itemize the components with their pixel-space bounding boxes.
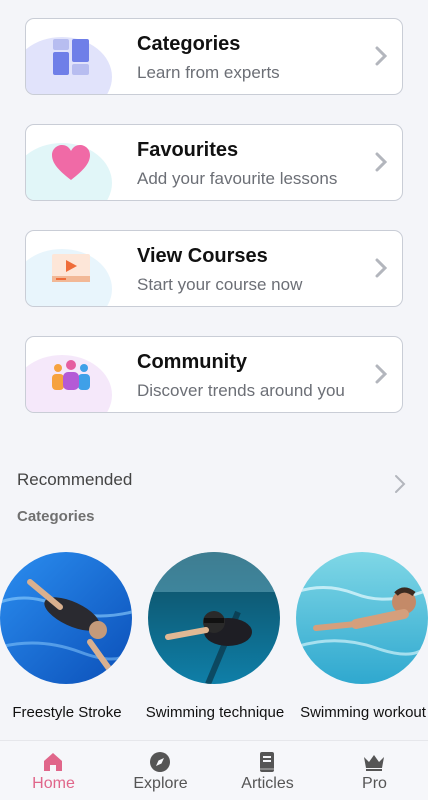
menu-card-categories[interactable]: Categories Learn from experts xyxy=(25,18,403,95)
recommended-subheading: Categories xyxy=(17,508,95,525)
tab-label: Home xyxy=(32,775,75,792)
tab-label: Articles xyxy=(241,775,294,792)
categories-grid-icon xyxy=(48,35,94,79)
card-title: View Courses xyxy=(137,245,268,267)
tab-home[interactable]: Home xyxy=(0,741,107,800)
card-subtitle: Start your course now xyxy=(137,275,303,294)
home-icon xyxy=(44,753,62,771)
chevron-right-icon xyxy=(375,258,388,278)
chevron-right-icon xyxy=(375,152,388,172)
book-icon xyxy=(260,752,274,772)
card-title: Categories xyxy=(137,33,241,55)
card-subtitle: Discover trends around you xyxy=(137,381,345,400)
tab-pro[interactable]: Pro xyxy=(321,741,428,800)
menu-card-favourites[interactable]: Favourites Add your favourite lessons xyxy=(25,124,403,201)
category-label[interactable]: Swimming technique xyxy=(145,705,285,720)
chevron-right-icon[interactable] xyxy=(394,474,406,494)
heart-icon xyxy=(48,141,94,185)
bottom-tab-bar: Home Explore Articles Pro xyxy=(0,740,428,800)
category-image-workout[interactable] xyxy=(296,552,428,684)
card-subtitle: Add your favourite lessons xyxy=(137,169,338,188)
people-group-icon xyxy=(48,353,94,397)
chevron-right-icon xyxy=(375,46,388,66)
menu-card-community[interactable]: Community Discover trends around you xyxy=(25,336,403,413)
menu-card-view-courses[interactable]: View Courses Start your course now xyxy=(25,230,403,307)
tab-label: Explore xyxy=(133,775,188,792)
tab-label: Pro xyxy=(362,775,387,792)
card-subtitle: Learn from experts xyxy=(137,63,280,82)
recommended-heading: Recommended xyxy=(17,470,133,489)
tab-explore[interactable]: Explore xyxy=(107,741,214,800)
video-player-icon xyxy=(48,247,94,291)
crown-icon xyxy=(364,755,384,771)
chevron-right-icon xyxy=(375,364,388,384)
category-label[interactable]: Freestyle Stroke xyxy=(0,705,137,720)
tab-articles[interactable]: Articles xyxy=(214,741,321,800)
card-title: Favourites xyxy=(137,139,239,161)
category-image-freestyle[interactable] xyxy=(0,552,132,684)
compass-icon xyxy=(150,752,170,772)
card-title: Community xyxy=(137,351,247,373)
category-image-technique[interactable] xyxy=(148,552,280,684)
category-label[interactable]: Swimming workout xyxy=(293,705,428,720)
